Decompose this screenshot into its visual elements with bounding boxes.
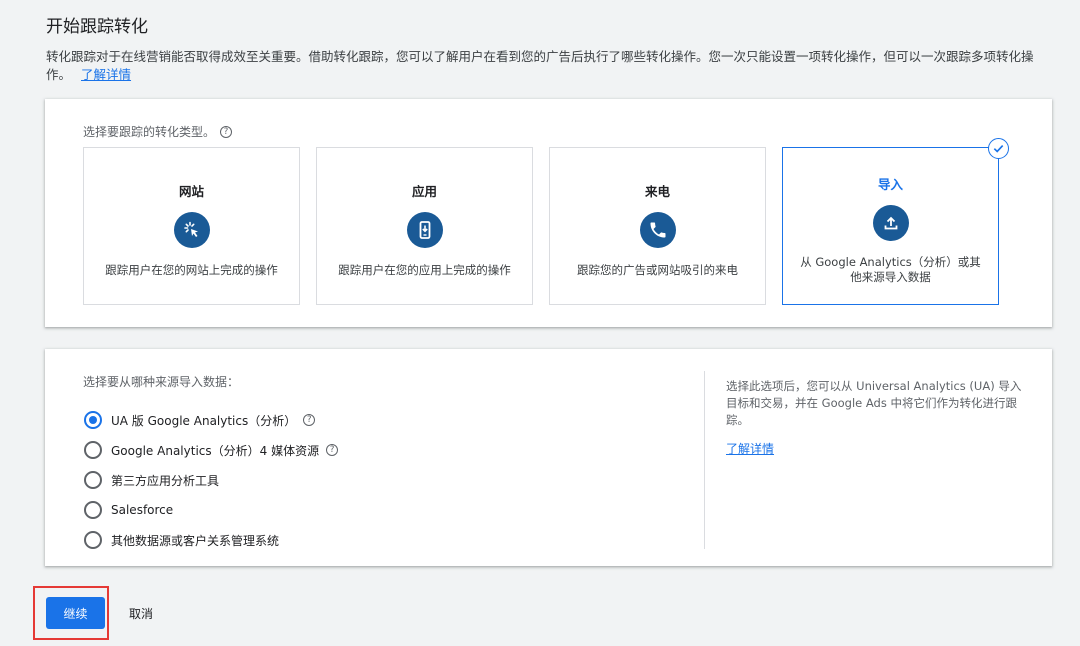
tile-title: 导入 xyxy=(877,177,903,192)
import-source-radio-group: UA 版 Google Analytics（分析） ? Google Analy… xyxy=(84,405,339,555)
continue-button[interactable]: 继续 xyxy=(46,597,105,629)
radio-button[interactable] xyxy=(84,441,102,459)
page-title: 开始跟踪转化 xyxy=(46,17,148,37)
radio-option-ga4[interactable]: Google Analytics（分析）4 媒体资源 ? xyxy=(84,435,339,465)
tile-title: 网站 xyxy=(178,184,204,199)
tile-desc: 跟踪用户在您的应用上完成的操作 xyxy=(338,263,511,277)
cursor-click-icon xyxy=(173,212,210,248)
radio-label: Google Analytics（分析）4 媒体资源 xyxy=(111,443,320,458)
import-info-panel: 选择此选项后，您可以从 Universal Analytics (UA) 导入目… xyxy=(726,378,1026,458)
radio-label: UA 版 Google Analytics（分析） xyxy=(111,413,297,428)
radio-label: 第三方应用分析工具 xyxy=(111,473,220,488)
tile-desc: 跟踪用户在您的网站上完成的操作 xyxy=(105,263,278,277)
conversion-type-label-text: 选择要跟踪的转化类型。 xyxy=(83,125,216,139)
radio-button[interactable] xyxy=(84,501,102,519)
upload-icon xyxy=(872,205,909,241)
radio-option-other-crm[interactable]: 其他数据源或客户关系管理系统 xyxy=(84,525,338,555)
tile-title: 应用 xyxy=(411,184,437,199)
help-icon[interactable]: ? xyxy=(303,414,316,426)
learn-more-link[interactable]: 了解详情 xyxy=(81,67,131,82)
radio-label: Salesforce xyxy=(111,503,174,517)
tile-desc: 跟踪您的广告或网站吸引的来电 xyxy=(577,263,738,277)
info-learn-more-link[interactable]: 了解详情 xyxy=(726,441,774,458)
radio-button[interactable] xyxy=(84,471,102,489)
tile-app[interactable]: 应用 跟踪用户在您的应用上完成的操作 xyxy=(316,147,533,305)
check-icon xyxy=(988,138,1009,159)
import-source-label: 选择要从哪种来源导入数据： xyxy=(83,375,240,389)
import-info-text: 选择此选项后，您可以从 Universal Analytics (UA) 导入目… xyxy=(726,379,1022,427)
mobile-app-icon xyxy=(406,212,443,248)
radio-option-salesforce[interactable]: Salesforce xyxy=(84,495,338,525)
radio-label: 其他数据源或客户关系管理系统 xyxy=(111,533,280,548)
radio-button[interactable] xyxy=(84,411,102,429)
tile-website[interactable]: 网站 跟踪用户在您的网站上完成的操作 xyxy=(83,147,300,305)
tile-import[interactable]: 导入 从 Google Analytics（分析）或其他来源导入数据 xyxy=(782,138,1009,305)
radio-option-third-party[interactable]: 第三方应用分析工具 xyxy=(84,465,338,495)
help-icon[interactable]: ? xyxy=(326,444,339,456)
radio-button[interactable] xyxy=(84,531,102,549)
phone-icon xyxy=(639,212,676,248)
intro-text: 转化跟踪对于在线营销能否取得成效至关重要。借助转化跟踪，您可以了解用户在看到您的… xyxy=(46,48,1056,84)
radio-option-ua[interactable]: UA 版 Google Analytics（分析） ? xyxy=(84,405,338,435)
conversion-type-label: 选择要跟踪的转化类型。 ? xyxy=(83,123,233,140)
help-icon[interactable]: ? xyxy=(220,125,233,138)
tile-title: 来电 xyxy=(644,184,670,199)
conversion-type-card: 选择要跟踪的转化类型。 ? 网站 跟踪用户在您的网站上完成的操作 应用 跟踪用户… xyxy=(45,99,1052,327)
vertical-divider xyxy=(704,371,705,549)
cancel-button[interactable]: 取消 xyxy=(119,597,163,629)
tile-desc: 从 Google Analytics（分析）或其他来源导入数据 xyxy=(800,255,981,284)
import-source-card: 选择要从哪种来源导入数据： UA 版 Google Analytics（分析） … xyxy=(45,349,1052,566)
tile-phone[interactable]: 来电 跟踪您的广告或网站吸引的来电 xyxy=(549,147,766,305)
intro-body: 转化跟踪对于在线营销能否取得成效至关重要。借助转化跟踪，您可以了解用户在看到您的… xyxy=(46,49,1034,82)
